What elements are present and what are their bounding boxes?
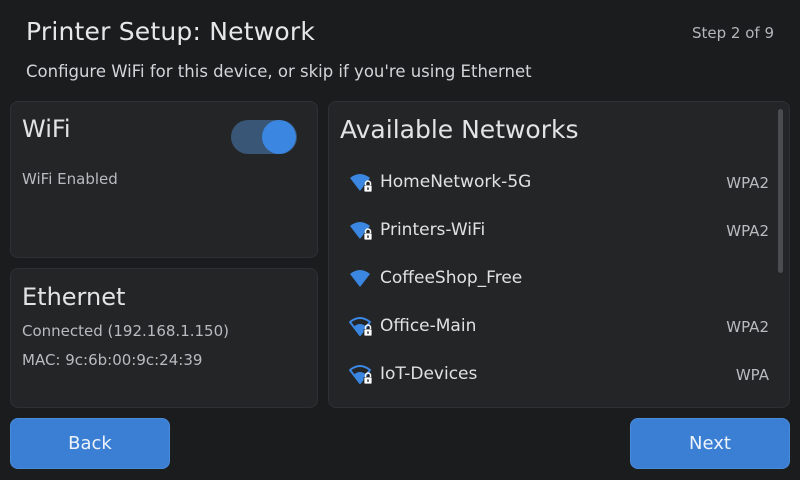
ethernet-panel: Ethernet Connected (192.168.1.150) MAC: … xyxy=(10,268,318,408)
wifi-panel: WiFi WiFi Enabled xyxy=(10,101,318,258)
next-button[interactable]: Next xyxy=(630,418,790,469)
wifi-toggle-knob xyxy=(262,120,296,154)
wifi-lock-icon xyxy=(349,173,373,193)
wifi-status: WiFi Enabled xyxy=(22,170,118,188)
wifi-lock-icon xyxy=(349,365,373,385)
network-row[interactable]: Office-Main WPA2 xyxy=(329,303,769,351)
network-row[interactable]: HomeNetwork-5G WPA2 xyxy=(329,159,769,207)
wifi-title: WiFi xyxy=(22,115,71,143)
printer-setup-screen: Printer Setup: Network Step 2 of 9 Confi… xyxy=(0,0,800,480)
network-row[interactable]: CoffeeShop_Free xyxy=(329,255,769,303)
network-row[interactable]: Printers-WiFi WPA2 xyxy=(329,207,769,255)
network-name: Printers-WiFi xyxy=(380,220,486,240)
back-button[interactable]: Back xyxy=(10,418,170,469)
wifi-lock-icon xyxy=(349,221,373,241)
wifi-lock-icon xyxy=(349,317,373,337)
page-title: Printer Setup: Network xyxy=(26,17,316,46)
network-name: HomeNetwork-5G xyxy=(380,172,532,192)
step-indicator: Step 2 of 9 xyxy=(691,24,774,42)
network-name: Office-Main xyxy=(380,316,477,336)
ethernet-mac: MAC: 9c:6b:00:9c:24:39 xyxy=(22,351,203,369)
wifi-toggle[interactable] xyxy=(231,120,297,154)
network-security: WPA2 xyxy=(726,318,769,336)
network-row[interactable]: IoT-Devices WPA xyxy=(329,351,769,399)
ethernet-title: Ethernet xyxy=(22,283,126,311)
network-name: IoT-Devices xyxy=(380,364,478,384)
network-security: WPA2 xyxy=(726,174,769,192)
wifi-icon xyxy=(349,269,373,289)
ethernet-status: Connected (192.168.1.150) xyxy=(22,322,229,340)
networks-scrollbar[interactable] xyxy=(778,109,783,273)
available-networks-panel: Available Networks HomeNetwork-5G WPA2 Pri… xyxy=(328,101,790,408)
network-security: WPA xyxy=(735,366,769,384)
network-security: WPA2 xyxy=(726,222,769,240)
page-subtitle: Configure WiFi for this device, or skip … xyxy=(26,62,532,81)
networks-title: Available Networks xyxy=(340,115,579,144)
network-list: HomeNetwork-5G WPA2 Printers-WiFi WPA2 Coffe… xyxy=(329,159,769,399)
network-name: CoffeeShop_Free xyxy=(380,268,523,288)
